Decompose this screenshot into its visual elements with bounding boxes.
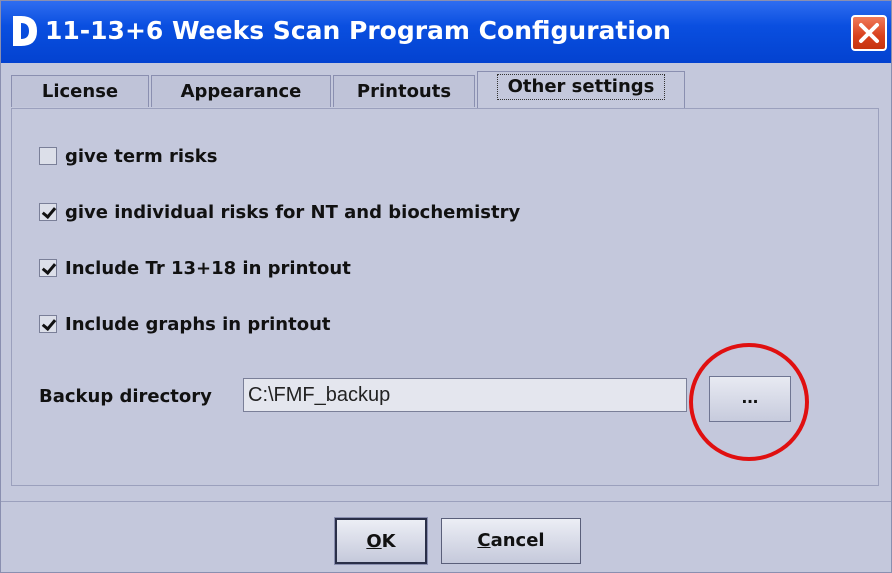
tab-other-settings[interactable]: Other settings xyxy=(477,71,685,109)
button-bar-divider xyxy=(1,501,891,502)
give-term-risks-label: give term risks xyxy=(65,145,218,167)
browse-button[interactable]: ... xyxy=(709,376,791,422)
close-button[interactable] xyxy=(851,15,887,51)
individual-risks-checkbox[interactable] xyxy=(39,203,57,221)
tab-appearance-label: Appearance xyxy=(180,81,302,102)
ok-mnemonic: O xyxy=(366,531,382,552)
ok-button[interactable]: OK xyxy=(334,517,428,565)
tab-strip: License Appearance Printouts Other setti… xyxy=(11,69,881,109)
tab-printouts-label: Printouts xyxy=(356,81,452,102)
tab-appearance[interactable]: Appearance xyxy=(151,75,331,107)
include-graphs-option[interactable]: Include graphs in printout xyxy=(39,312,331,336)
include-graphs-checkbox[interactable] xyxy=(39,315,57,333)
cancel-mnemonic: C xyxy=(477,530,491,551)
app-logo-icon xyxy=(13,16,37,46)
backup-directory-input[interactable]: C:\FMF_backup xyxy=(243,378,687,412)
title-bar[interactable]: 11-13+6 Weeks Scan Program Configuration xyxy=(1,1,891,63)
cancel-button[interactable]: Cancel xyxy=(441,518,581,564)
config-dialog: 11-13+6 Weeks Scan Program Configuration… xyxy=(0,0,892,573)
give-term-risks-option[interactable]: give term risks xyxy=(39,144,217,168)
give-term-risks-checkbox[interactable] xyxy=(39,147,57,165)
window-title: 11-13+6 Weeks Scan Program Configuration xyxy=(45,16,671,45)
backup-directory-label: Backup directory xyxy=(39,386,212,407)
cancel-label-rest: ancel xyxy=(490,530,545,551)
include-tr13-18-label: Include Tr 13+18 in printout xyxy=(65,257,351,279)
individual-risks-option[interactable]: give individual risks for NT and biochem… xyxy=(39,200,520,224)
tab-license-label: License xyxy=(41,81,119,102)
include-tr13-18-option[interactable]: Include Tr 13+18 in printout xyxy=(39,256,351,280)
close-icon xyxy=(859,23,879,43)
tab-other-settings-label: Other settings xyxy=(496,74,666,100)
include-tr13-18-checkbox[interactable] xyxy=(39,259,57,277)
tab-license[interactable]: License xyxy=(11,75,149,107)
ok-label-rest: K xyxy=(381,531,396,552)
include-graphs-label: Include graphs in printout xyxy=(65,313,331,335)
individual-risks-label: give individual risks for NT and biochem… xyxy=(65,201,521,223)
tab-printouts[interactable]: Printouts xyxy=(333,75,475,107)
